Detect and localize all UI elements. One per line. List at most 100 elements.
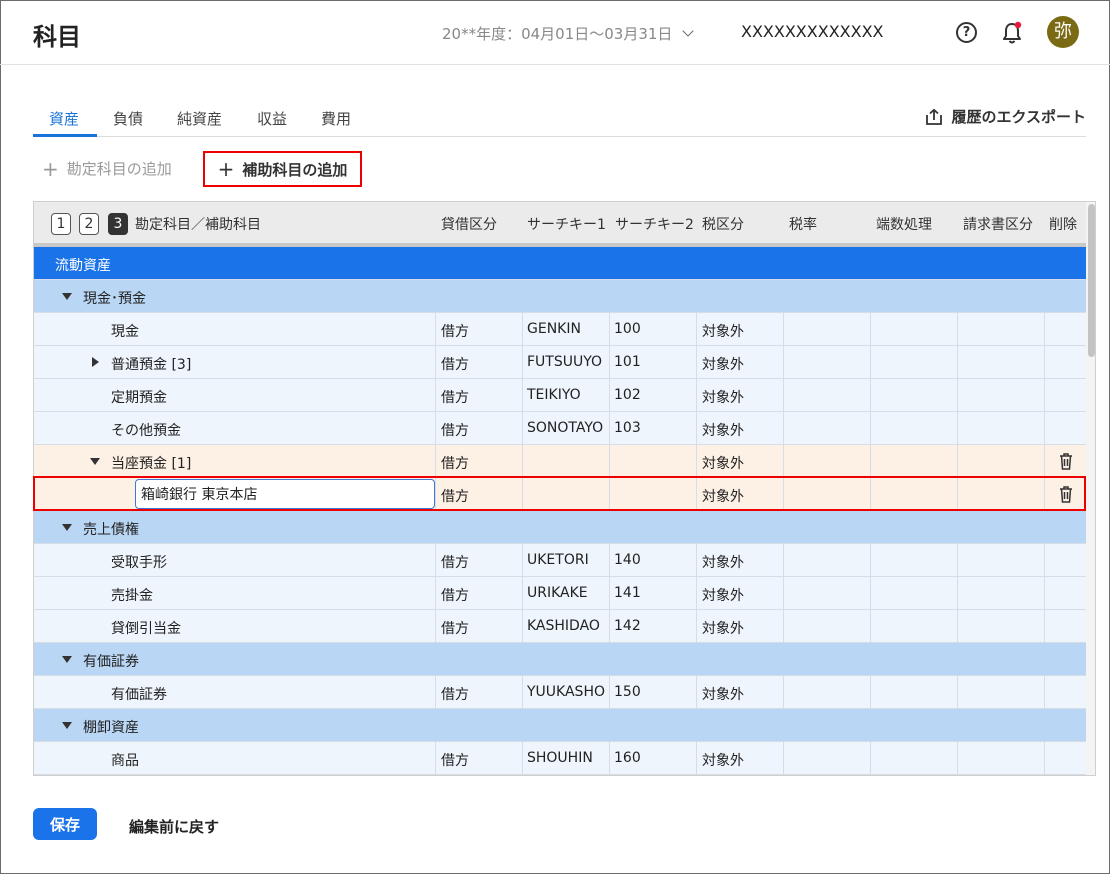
tax-class-value[interactable]: 対象外 <box>702 453 744 473</box>
column-divider <box>522 742 523 775</box>
group-row[interactable]: 棚卸資産 <box>34 709 1086 742</box>
column-divider <box>435 313 436 346</box>
tab-liabilities[interactable]: 負債 <box>113 108 143 129</box>
header-search-key-1: サーチキー1 <box>527 217 606 233</box>
debit-credit-value[interactable]: 借方 <box>441 552 469 572</box>
column-divider <box>957 313 958 346</box>
search-key-2-value: 102 <box>614 387 641 403</box>
section-row[interactable]: 流動資産 <box>34 247 1086 280</box>
search-key-1-value: TEIKIYO <box>527 387 581 403</box>
account-name: 貸倒引当金 <box>111 621 181 637</box>
debit-credit-value[interactable]: 借方 <box>441 618 469 638</box>
column-divider <box>1044 577 1045 610</box>
expand-toggle-icon[interactable] <box>92 357 99 367</box>
tax-class-value[interactable]: 対象外 <box>702 618 744 638</box>
table-scrollbar[interactable] <box>1086 202 1095 775</box>
bell-icon[interactable] <box>1001 21 1023 45</box>
tax-class-value[interactable]: 対象外 <box>702 354 744 374</box>
table-row[interactable]: 定期預金 借方 TEIKIYO 102 対象外 <box>34 379 1086 412</box>
tax-class-value[interactable]: 対象外 <box>702 321 744 341</box>
search-key-1-value: YUUKASHO <box>527 684 605 700</box>
save-button[interactable]: 保存 <box>33 808 97 840</box>
tax-class-value[interactable]: 対象外 <box>702 486 744 506</box>
collapse-toggle-icon[interactable] <box>62 524 72 531</box>
debit-credit-value[interactable]: 借方 <box>441 585 469 605</box>
search-key-2-value: 103 <box>614 420 641 436</box>
account-name: 売掛金 <box>111 588 153 604</box>
column-divider <box>783 577 784 610</box>
table-row[interactable]: 貸倒引当金 借方 KASHIDAO 142 対象外 <box>34 610 1086 643</box>
table-row[interactable]: 有価証券 借方 YUUKASHO 150 対象外 <box>34 676 1086 709</box>
debit-credit-value[interactable]: 借方 <box>441 321 469 341</box>
revert-button[interactable]: 編集前に戻す <box>129 816 219 837</box>
debit-credit-value[interactable]: 借方 <box>441 684 469 704</box>
tab-expenses[interactable]: 費用 <box>321 108 351 129</box>
table-row[interactable]: 現金 借方 GENKIN 100 対象外 <box>34 313 1086 346</box>
debit-credit-value[interactable]: 借方 <box>441 750 469 770</box>
column-divider <box>435 412 436 445</box>
table-row[interactable]: その他預金 借方 SONOTAYO 103 対象外 <box>34 412 1086 445</box>
column-divider <box>957 478 958 511</box>
table-row[interactable]: 普通預金 [3] 借方 FUTSUUYO 101 対象外 <box>34 346 1086 379</box>
tax-class-value[interactable]: 対象外 <box>702 420 744 440</box>
export-history-button[interactable]: 履歴のエクスポート <box>925 106 1086 127</box>
column-divider <box>609 742 610 775</box>
debit-credit-value[interactable]: 借方 <box>441 420 469 440</box>
collapse-toggle-icon[interactable] <box>62 722 72 729</box>
search-key-2-value: 141 <box>614 585 641 601</box>
table-row[interactable]: 商品 借方 SHOUHIN 160 対象外 <box>34 742 1086 775</box>
column-divider <box>783 445 784 478</box>
search-key-1-value: UKETORI <box>527 552 589 568</box>
tax-class-value[interactable]: 対象外 <box>702 552 744 572</box>
column-divider <box>783 676 784 709</box>
column-divider <box>696 610 697 643</box>
column-divider <box>696 676 697 709</box>
help-icon[interactable]: ? <box>956 22 977 43</box>
accounts-table: 1 2 3 勘定科目／補助科目 貸借区分 サーチキー1 サーチキー2 税区分 税… <box>33 201 1096 776</box>
add-sub-account-button[interactable]: + 補助科目の追加 <box>203 151 362 187</box>
collapse-toggle-icon[interactable] <box>62 656 72 663</box>
tax-class-value[interactable]: 対象外 <box>702 585 744 605</box>
debit-credit-value[interactable]: 借方 <box>441 354 469 374</box>
scrollbar-thumb[interactable] <box>1088 204 1095 357</box>
debit-credit-value[interactable]: 借方 <box>441 387 469 407</box>
trash-icon[interactable] <box>1058 485 1074 503</box>
column-divider <box>609 577 610 610</box>
tax-class-value[interactable]: 対象外 <box>702 750 744 770</box>
table-row[interactable]: 当座預金 [1] 借方 対象外 <box>34 445 1086 478</box>
sub-account-name-input[interactable] <box>135 479 435 509</box>
column-divider <box>696 346 697 379</box>
column-divider <box>522 544 523 577</box>
table-row[interactable]: 借方 対象外 <box>34 478 1086 511</box>
column-divider <box>609 610 610 643</box>
column-divider <box>522 379 523 412</box>
column-divider <box>435 676 436 709</box>
column-divider <box>696 478 697 511</box>
table-row[interactable]: 売掛金 借方 URIKAKE 141 対象外 <box>34 577 1086 610</box>
tab-revenue[interactable]: 収益 <box>257 108 287 129</box>
tab-net-assets[interactable]: 純資産 <box>177 108 222 129</box>
group-row[interactable]: 現金･預金 <box>34 280 1086 313</box>
chevron-down-icon[interactable] <box>682 25 695 37</box>
debit-credit-value[interactable]: 借方 <box>441 486 469 506</box>
debit-credit-value[interactable]: 借方 <box>441 453 469 473</box>
active-tab-indicator <box>33 134 97 137</box>
table-row[interactable]: 受取手形 借方 UKETORI 140 対象外 <box>34 544 1086 577</box>
group-row[interactable]: 有価証券 <box>34 643 1086 676</box>
add-account-button[interactable]: + 勘定科目の追加 <box>42 158 172 179</box>
tax-class-value[interactable]: 対象外 <box>702 387 744 407</box>
collapse-toggle-icon[interactable] <box>62 293 72 300</box>
fiscal-year-selector[interactable]: 20**年度：04月01日〜03月31日 <box>442 23 695 44</box>
level-3-button[interactable]: 3 <box>108 213 128 235</box>
collapse-toggle-icon[interactable] <box>90 458 100 465</box>
tax-class-value[interactable]: 対象外 <box>702 684 744 704</box>
column-divider <box>696 742 697 775</box>
tab-assets[interactable]: 資産 <box>49 108 79 129</box>
group-row[interactable]: 売上債権 <box>34 511 1086 544</box>
level-1-button[interactable]: 1 <box>51 213 71 235</box>
level-2-button[interactable]: 2 <box>79 213 99 235</box>
column-divider <box>696 544 697 577</box>
trash-icon[interactable] <box>1058 452 1074 470</box>
avatar[interactable]: 弥 <box>1047 16 1079 48</box>
app-header: 科目 20**年度：04月01日〜03月31日 XXXXXXXXXXXXX ? … <box>0 0 1110 65</box>
